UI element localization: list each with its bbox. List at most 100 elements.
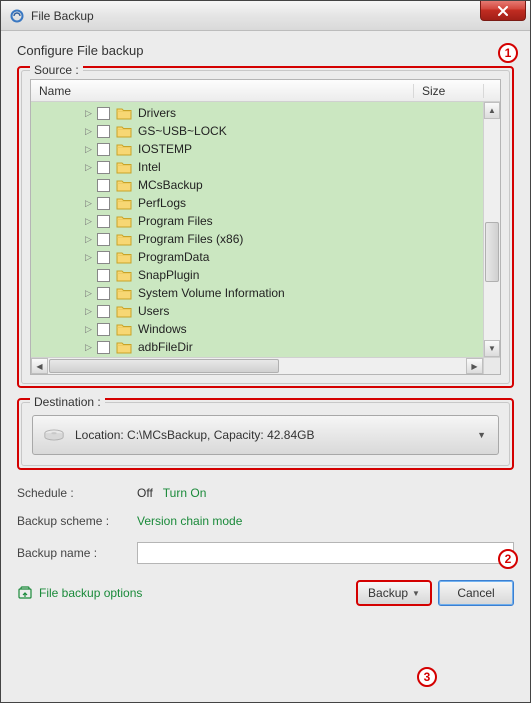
- tree-row[interactable]: ▷Program Files: [31, 212, 483, 230]
- tree-row[interactable]: ▷Drivers: [31, 104, 483, 122]
- tree-row[interactable]: ▷ IOSTEMP: [31, 140, 483, 158]
- source-tree: Name Size ▷Drivers▷GS~USB~LOCK▷IOSTEMP▷I…: [30, 79, 501, 375]
- expand-arrow-icon[interactable]: ▷: [85, 108, 95, 119]
- folder-label: Users: [138, 304, 169, 318]
- expand-arrow-icon[interactable]: ▷: [85, 126, 95, 137]
- destination-selector[interactable]: Location: C:\MCsBackup, Capacity: 42.84G…: [32, 415, 499, 455]
- titlebar[interactable]: File Backup: [1, 1, 530, 31]
- expand-arrow-icon[interactable]: ▷: [85, 216, 95, 227]
- folder-icon: [116, 269, 132, 282]
- folder-icon: [116, 341, 132, 354]
- folder-label: Program Files (x86): [138, 232, 243, 246]
- folder-label: System Volume Information: [138, 286, 285, 300]
- checkbox[interactable]: [97, 323, 110, 336]
- tree-row[interactable]: ▷Windows: [31, 320, 483, 338]
- scroll-left-button[interactable]: ◀: [31, 358, 48, 374]
- folder-label: IOSTEMP: [138, 142, 192, 156]
- destination-highlight: Destination : Location: C:\MCsBackup, Ca…: [17, 398, 514, 470]
- scheme-value[interactable]: Version chain mode: [137, 514, 242, 528]
- schedule-turn-on-link[interactable]: Turn On: [163, 486, 207, 500]
- disk-icon: [43, 428, 65, 442]
- checkbox[interactable]: [97, 143, 110, 156]
- schedule-label: Schedule :: [17, 486, 137, 500]
- checkbox[interactable]: [97, 341, 110, 354]
- folder-label: PerfLogs: [138, 196, 186, 210]
- callout-1: 1: [498, 43, 518, 63]
- options-link-text: File backup options: [39, 586, 142, 600]
- column-size[interactable]: Size: [414, 84, 484, 98]
- expand-arrow-icon[interactable]: ▷: [85, 162, 95, 173]
- callout-2: 2: [498, 549, 518, 569]
- checkbox[interactable]: [97, 305, 110, 318]
- checkbox[interactable]: [97, 215, 110, 228]
- expand-arrow-icon[interactable]: ▷: [85, 234, 95, 245]
- tree-row[interactable]: ▷ Users: [31, 302, 483, 320]
- tree-row[interactable]: ▷ PerfLogs: [31, 194, 483, 212]
- tree-row[interactable]: ▷ Program Files (x86): [31, 230, 483, 248]
- destination-location-text: Location: C:\MCsBackup, Capacity: 42.84G…: [75, 428, 314, 442]
- column-name[interactable]: Name: [31, 84, 414, 98]
- folder-icon: [116, 251, 132, 264]
- folder-icon: [116, 233, 132, 246]
- source-fieldset: Source : Name Size ▷Drivers▷GS~USB~LOCK▷…: [21, 70, 510, 384]
- page-title: Configure File backup: [17, 43, 514, 58]
- folder-icon: [116, 107, 132, 120]
- tree-row[interactable]: ▷SnapPlugin: [31, 266, 483, 284]
- horizontal-scrollbar[interactable]: ◀ ▶: [31, 357, 500, 374]
- checkbox[interactable]: [97, 287, 110, 300]
- expand-arrow-icon[interactable]: ▷: [85, 144, 95, 155]
- cancel-button[interactable]: Cancel: [438, 580, 514, 606]
- folder-icon: [116, 197, 132, 210]
- checkbox[interactable]: [97, 233, 110, 246]
- vertical-scrollbar[interactable]: ▲ ▼: [483, 102, 500, 357]
- checkbox[interactable]: [97, 107, 110, 120]
- app-icon: [9, 8, 25, 24]
- scroll-down-button[interactable]: ▼: [484, 340, 500, 357]
- file-backup-window: File Backup Configure File backup 1 2 3 …: [0, 0, 531, 703]
- folder-icon: [116, 125, 132, 138]
- checkbox[interactable]: [97, 269, 110, 282]
- folder-label: GS~USB~LOCK: [138, 124, 227, 138]
- checkbox[interactable]: [97, 251, 110, 264]
- backup-name-input[interactable]: [137, 542, 514, 564]
- folder-icon: [116, 287, 132, 300]
- source-highlight: Source : Name Size ▷Drivers▷GS~USB~LOCK▷…: [17, 66, 514, 388]
- schedule-value: Off: [137, 486, 153, 500]
- scroll-up-button[interactable]: ▲: [484, 102, 500, 119]
- folder-label: ProgramData: [138, 250, 209, 264]
- tree-row[interactable]: ▷ ProgramData: [31, 248, 483, 266]
- destination-legend: Destination :: [30, 395, 105, 409]
- tree-header: Name Size: [31, 80, 500, 102]
- expand-arrow-icon[interactable]: ▷: [85, 306, 95, 317]
- tree-row[interactable]: ▷Intel: [31, 158, 483, 176]
- options-icon: [17, 585, 33, 601]
- close-button[interactable]: [480, 1, 526, 21]
- expand-arrow-icon[interactable]: ▷: [85, 324, 95, 335]
- folder-label: MCsBackup: [138, 178, 203, 192]
- folder-icon: [116, 215, 132, 228]
- tree-row[interactable]: ▷MCsBackup: [31, 176, 483, 194]
- tree-row[interactable]: ▷ System Volume Information: [31, 284, 483, 302]
- folder-icon: [116, 161, 132, 174]
- source-legend: Source :: [30, 63, 83, 77]
- tree-row[interactable]: ▷adbFileDir: [31, 338, 483, 356]
- backup-button[interactable]: Backup ▼: [356, 580, 432, 606]
- expand-arrow-icon[interactable]: ▷: [85, 288, 95, 299]
- file-backup-options-link[interactable]: File backup options: [17, 585, 142, 601]
- scroll-right-button[interactable]: ▶: [466, 358, 483, 374]
- folder-icon: [116, 305, 132, 318]
- checkbox[interactable]: [97, 197, 110, 210]
- checkbox[interactable]: [97, 161, 110, 174]
- expand-arrow-icon[interactable]: ▷: [85, 342, 95, 353]
- scroll-thumb-horizontal[interactable]: [49, 359, 279, 373]
- tree-row[interactable]: ▷ GS~USB~LOCK: [31, 122, 483, 140]
- expand-arrow-icon[interactable]: ▷: [85, 198, 95, 209]
- chevron-down-icon: ▼: [412, 589, 420, 598]
- expand-arrow-icon[interactable]: ▷: [85, 252, 95, 263]
- window-title: File Backup: [31, 9, 94, 23]
- scroll-thumb-vertical[interactable]: [485, 222, 499, 282]
- folder-icon: [116, 179, 132, 192]
- tree-list[interactable]: ▷Drivers▷GS~USB~LOCK▷IOSTEMP▷Intel▷MCsBa…: [31, 102, 483, 357]
- checkbox[interactable]: [97, 179, 110, 192]
- checkbox[interactable]: [97, 125, 110, 138]
